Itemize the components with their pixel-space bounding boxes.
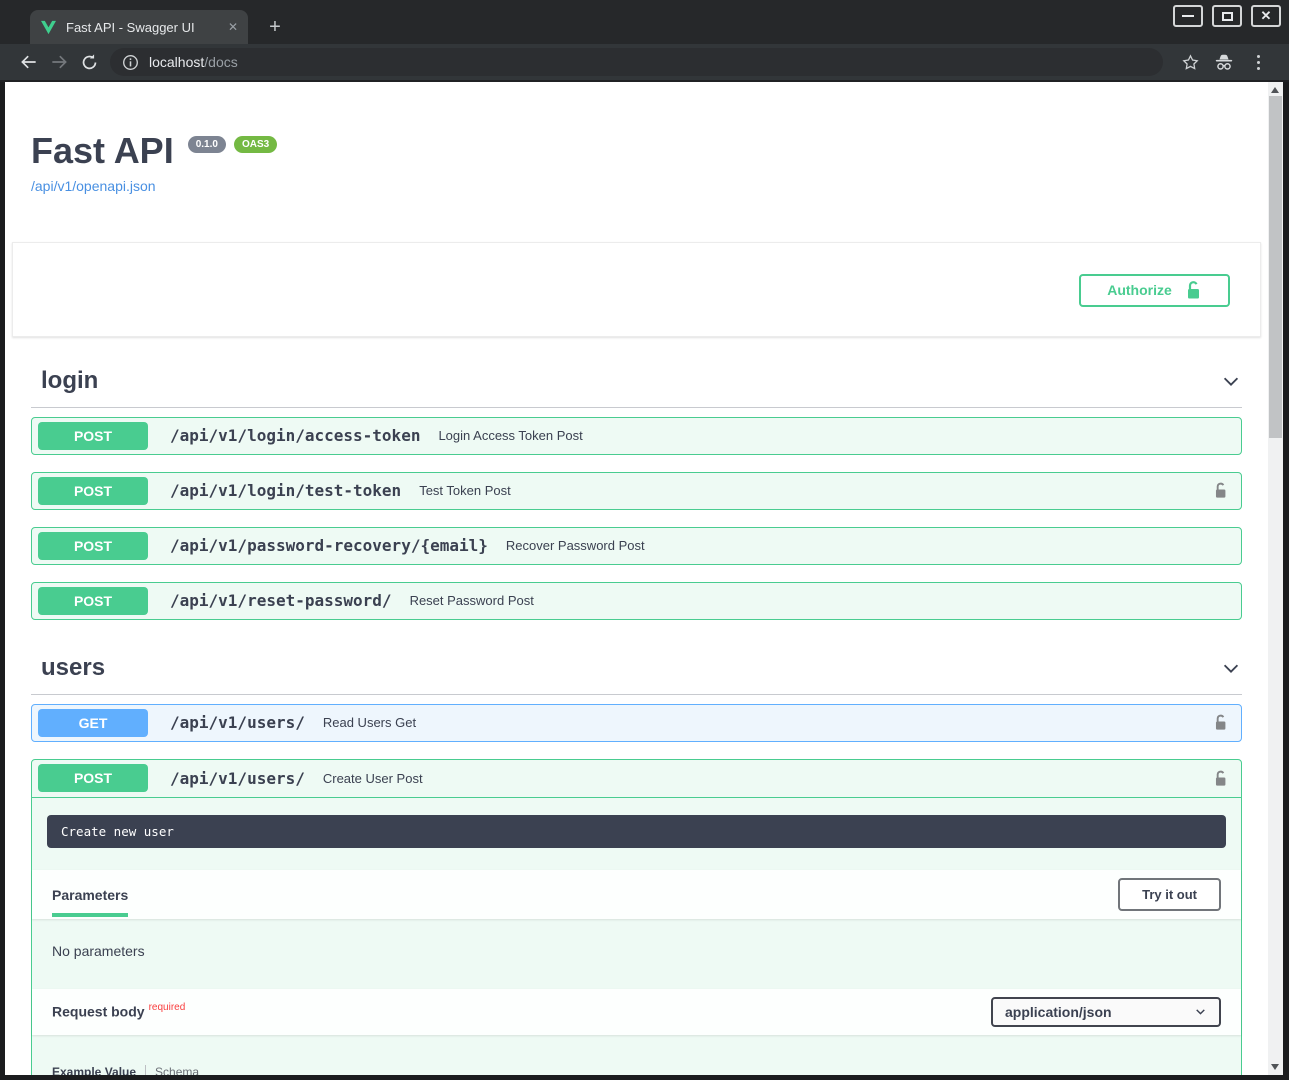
browser-window: Fast API - Swagger UI ✕ + ✕ localhost/do… xyxy=(0,0,1289,1080)
section-users: users GET /api/v1/users/ Read Users Get xyxy=(31,644,1242,1075)
scroll-up-icon[interactable] xyxy=(1271,87,1279,93)
schema-tab[interactable]: Schema xyxy=(155,1065,199,1075)
minimize-button[interactable] xyxy=(1173,5,1203,27)
operation-path: /api/v1/users/ xyxy=(170,713,305,732)
browser-tab[interactable]: Fast API - Swagger UI ✕ xyxy=(30,10,248,44)
operation-path: /api/v1/users/ xyxy=(170,769,305,788)
close-button[interactable]: ✕ xyxy=(1251,5,1281,27)
openapi-spec-link[interactable]: /api/v1/openapi.json xyxy=(31,178,156,194)
window-controls: ✕ xyxy=(1173,5,1281,27)
section-login: login POST /api/v1/login/access-token Lo… xyxy=(31,357,1242,620)
address-bar[interactable]: localhost/docs xyxy=(110,48,1163,76)
method-badge: POST xyxy=(38,532,148,560)
parameters-header: Parameters Try it out xyxy=(32,870,1241,919)
media-type-value: application/json xyxy=(1005,1004,1112,1020)
operation-summary: Recover Password Post xyxy=(506,538,645,553)
operation-path: /api/v1/login/test-token xyxy=(170,481,401,500)
operation-summary: Test Token Post xyxy=(419,483,511,498)
operation-description: Create new user xyxy=(47,815,1226,848)
example-value-tab[interactable]: Example Value xyxy=(52,1065,136,1075)
tab-close-icon[interactable]: ✕ xyxy=(228,20,238,34)
bookmark-star-icon[interactable] xyxy=(1173,53,1207,72)
page-title: Fast API xyxy=(31,132,174,170)
method-badge: POST xyxy=(38,422,148,450)
chevron-down-icon[interactable] xyxy=(1220,370,1242,392)
authorize-button[interactable]: Authorize xyxy=(1079,274,1230,307)
method-badge: POST xyxy=(38,477,148,505)
browser-toolbar: localhost/docs xyxy=(0,44,1289,80)
maximize-icon xyxy=(1222,12,1233,21)
operation-row[interactable]: POST /api/v1/login/test-token Test Token… xyxy=(31,472,1242,510)
scheme-container: Authorize xyxy=(12,242,1261,337)
operation-row[interactable]: POST /api/v1/users/ Create User Post xyxy=(32,760,1241,798)
section-title: users xyxy=(41,654,105,682)
oas3-badge: OAS3 xyxy=(234,136,277,153)
scroll-down-icon[interactable] xyxy=(1271,1064,1279,1070)
operation-summary: Read Users Get xyxy=(323,715,416,730)
reload-button[interactable] xyxy=(74,53,104,72)
operation-path: /api/v1/reset-password/ xyxy=(170,591,392,610)
method-badge: GET xyxy=(38,709,148,737)
method-badge: POST xyxy=(38,587,148,615)
section-login-header[interactable]: login xyxy=(31,357,1242,408)
chevron-down-icon xyxy=(1194,1005,1207,1018)
method-badge: POST xyxy=(38,764,148,792)
operation-row[interactable]: POST /api/v1/password-recovery/{email} R… xyxy=(31,527,1242,565)
parameters-tab[interactable]: Parameters xyxy=(52,879,128,917)
auth-padlock-icon[interactable] xyxy=(1212,481,1229,500)
example-area: Example Value Schema { xyxy=(32,1035,1241,1075)
page-scrollbar[interactable] xyxy=(1268,82,1283,1075)
operation-row[interactable]: POST /api/v1/login/access-token Login Ac… xyxy=(31,417,1242,455)
tab-divider xyxy=(145,1065,146,1075)
operation-summary: Reset Password Post xyxy=(410,593,534,608)
browser-menu-icon[interactable] xyxy=(1241,55,1275,70)
tab-title: Fast API - Swagger UI xyxy=(66,20,222,35)
operation-expanded: POST /api/v1/users/ Create User Post Cre… xyxy=(31,759,1242,1075)
operation-row[interactable]: POST /api/v1/reset-password/ Reset Passw… xyxy=(31,582,1242,620)
auth-padlock-icon[interactable] xyxy=(1212,713,1229,732)
authorize-label: Authorize xyxy=(1107,282,1172,298)
browser-titlebar: Fast API - Swagger UI ✕ + ✕ xyxy=(0,0,1289,44)
forward-button[interactable] xyxy=(44,52,74,72)
version-badge: 0.1.0 xyxy=(188,136,226,153)
minimize-icon xyxy=(1182,15,1194,17)
unlocked-padlock-icon xyxy=(1184,280,1202,300)
no-parameters-text: No parameters xyxy=(32,919,1241,989)
fastapi-favicon-icon xyxy=(40,20,57,35)
section-title: login xyxy=(41,367,98,395)
new-tab-button[interactable]: + xyxy=(262,14,288,40)
chevron-down-icon[interactable] xyxy=(1220,657,1242,679)
operation-row[interactable]: GET /api/v1/users/ Read Users Get xyxy=(31,704,1242,742)
incognito-icon xyxy=(1207,52,1241,72)
request-body-header: Request body required application/json xyxy=(32,989,1241,1035)
back-button[interactable] xyxy=(14,52,44,72)
auth-padlock-icon[interactable] xyxy=(1212,769,1229,788)
operation-path: /api/v1/login/access-token xyxy=(170,426,420,445)
scrollbar-thumb[interactable] xyxy=(1269,96,1282,438)
swagger-page: Fast API 0.1.0 OAS3 /api/v1/openapi.json… xyxy=(5,82,1268,1075)
media-type-select[interactable]: application/json xyxy=(991,997,1221,1027)
operation-summary: Login Access Token Post xyxy=(438,428,582,443)
url-text: localhost/docs xyxy=(149,54,238,70)
operation-summary: Create User Post xyxy=(323,771,423,786)
site-info-icon[interactable] xyxy=(122,54,139,71)
request-body-label: Request body xyxy=(52,1003,145,1019)
required-badge: required xyxy=(149,1002,186,1013)
operation-path: /api/v1/password-recovery/{email} xyxy=(170,536,488,555)
api-info: Fast API 0.1.0 OAS3 /api/v1/openapi.json xyxy=(31,132,1242,196)
maximize-button[interactable] xyxy=(1212,5,1242,27)
try-it-out-button[interactable]: Try it out xyxy=(1118,878,1221,911)
section-users-header[interactable]: users xyxy=(31,644,1242,695)
